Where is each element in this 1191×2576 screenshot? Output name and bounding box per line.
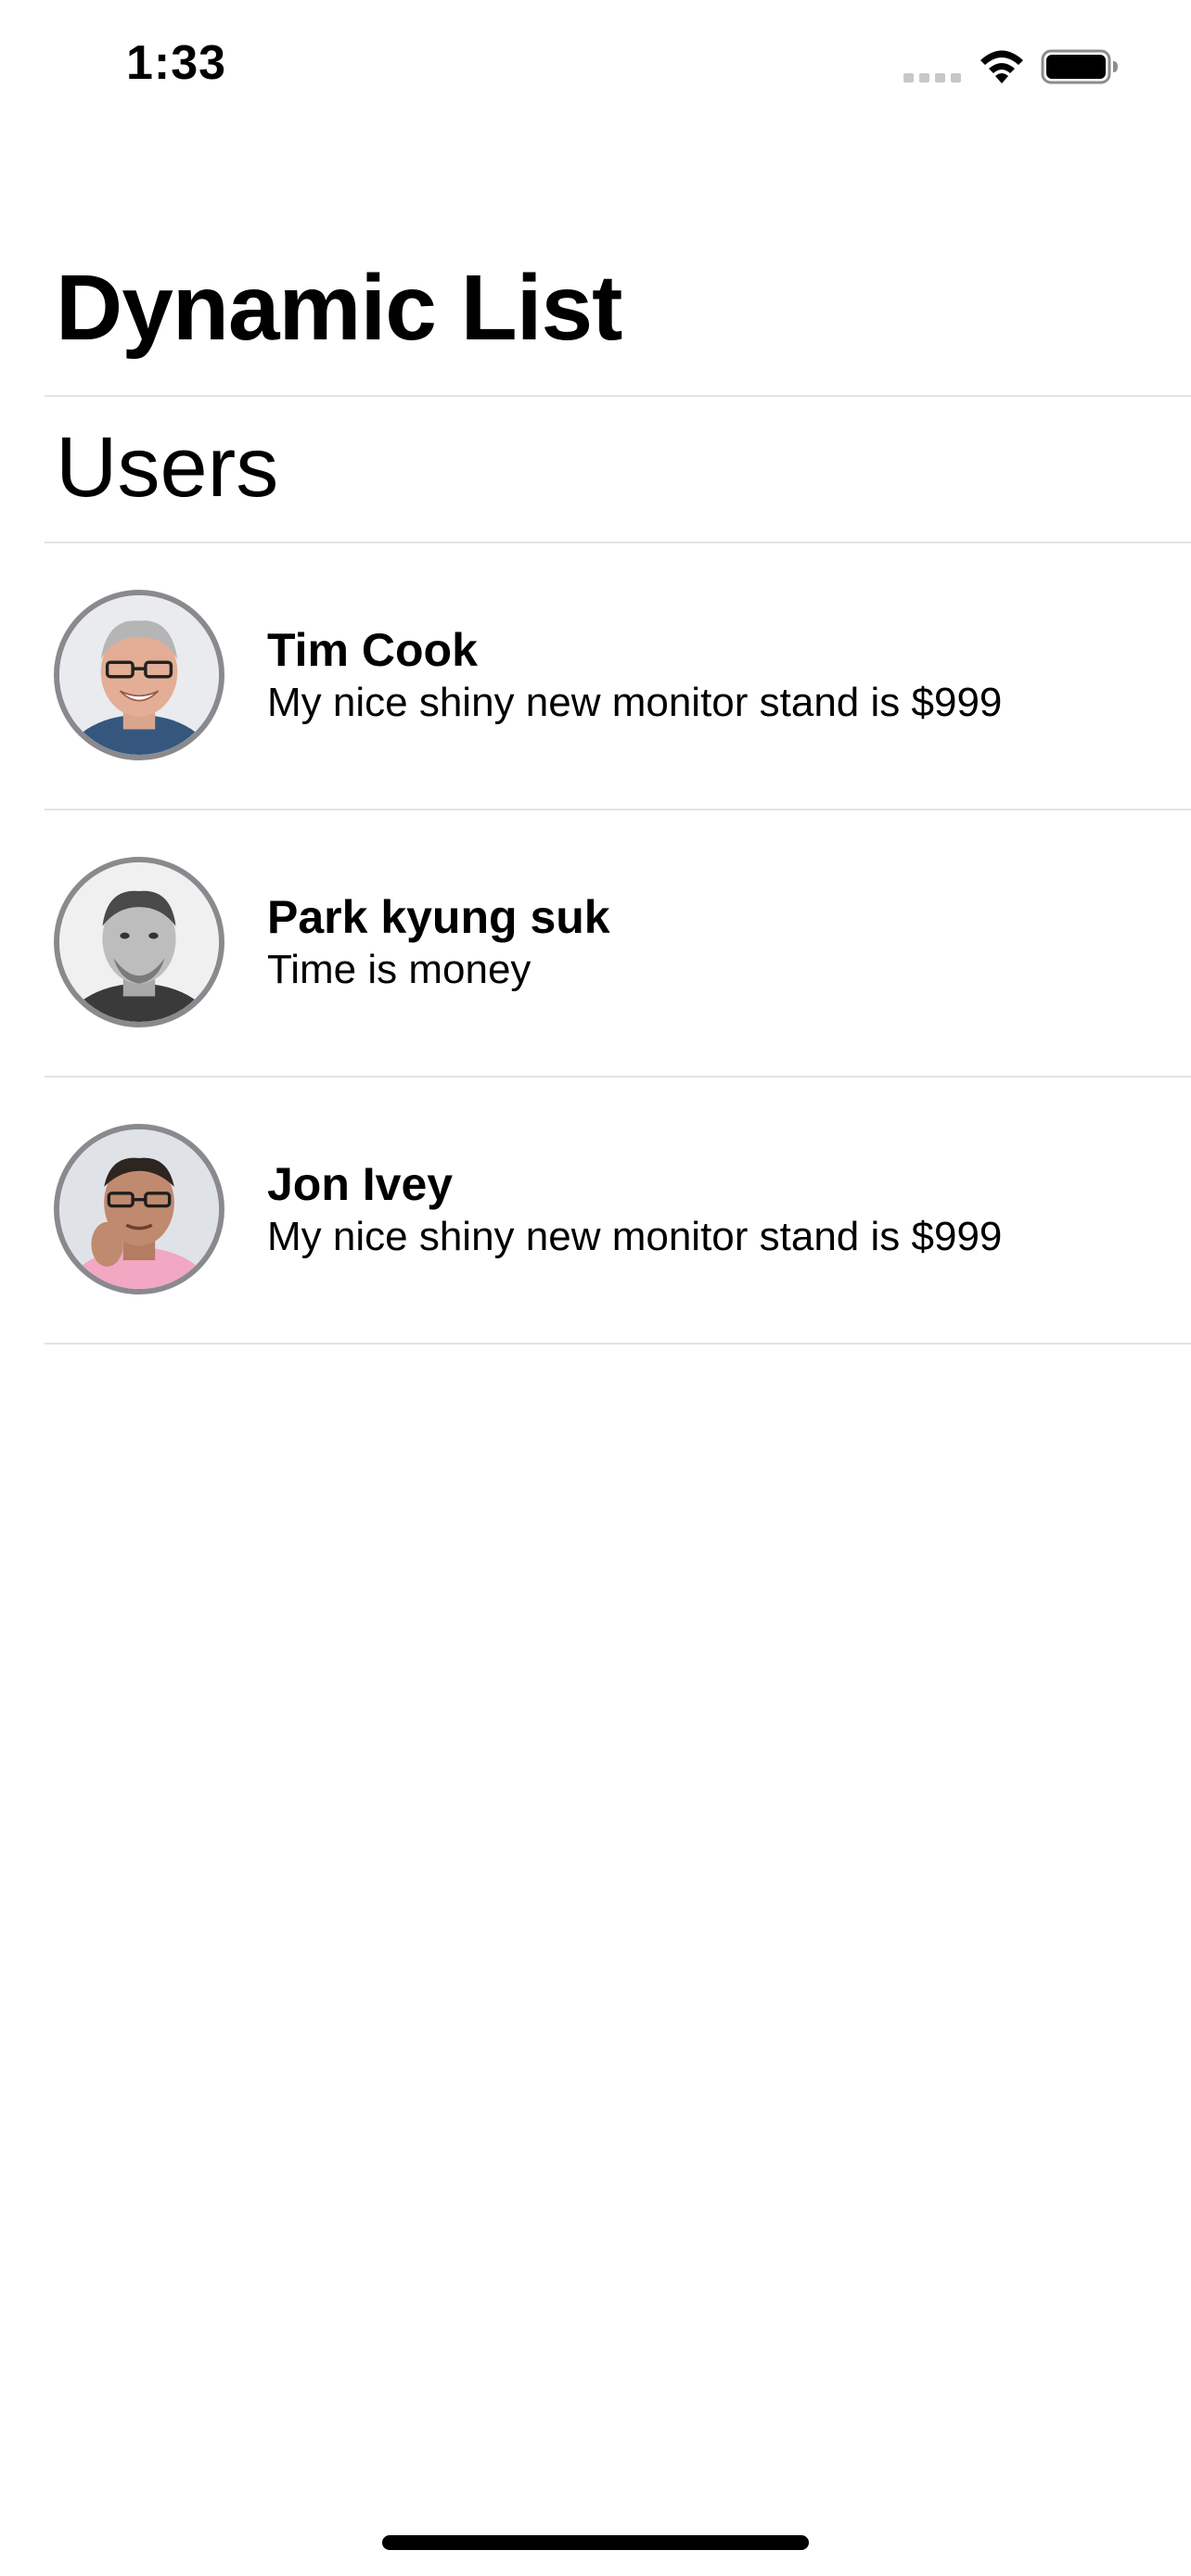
section-header-users: Users: [56, 420, 279, 515]
header-divider: [45, 395, 1191, 397]
row-divider: [45, 1343, 1191, 1345]
avatar: [54, 1124, 224, 1294]
list-item-user[interactable]: Jon Ivey My nice shiny new monitor stand…: [45, 1078, 1191, 1343]
user-status: My nice shiny new monitor stand is $999: [267, 680, 1003, 725]
avatar: [54, 590, 224, 760]
avatar-photo: [59, 862, 219, 1022]
user-name: Jon Ivey: [267, 1158, 454, 1210]
user-name: Tim Cook: [267, 624, 478, 676]
battery-full-icon: [1041, 48, 1119, 85]
list-item-user[interactable]: Park kyung suk Time is money: [45, 810, 1191, 1076]
status-time: 1:33: [126, 36, 227, 90]
cellular-signal-icon: [903, 73, 961, 83]
status-bar: 1:33: [0, 0, 1191, 139]
user-name: Park kyung suk: [267, 891, 610, 943]
user-status: My nice shiny new monitor stand is $999: [267, 1214, 1003, 1259]
avatar: [54, 857, 224, 1027]
avatar-photo: [59, 1129, 219, 1289]
list-item-user[interactable]: Tim Cook My nice shiny new monitor stand…: [45, 543, 1191, 809]
avatar-photo: [59, 595, 219, 755]
user-status: Time is money: [267, 947, 531, 992]
wifi-icon: [976, 46, 1028, 85]
home-indicator[interactable]: [382, 2535, 809, 2550]
page-title: Dynamic List: [56, 256, 622, 360]
